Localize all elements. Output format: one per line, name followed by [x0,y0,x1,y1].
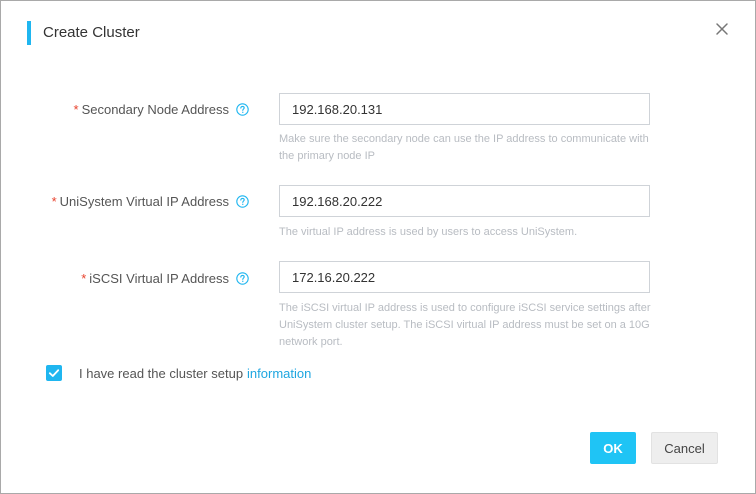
iscsi-vip-input[interactable] [279,261,650,293]
dialog-title: Create Cluster [43,24,140,41]
help-circle-icon[interactable] [236,103,249,116]
unisystem-vip-label: * UniSystem Virtual IP Address [51,194,229,209]
close-icon[interactable] [713,20,731,38]
cancel-button[interactable]: Cancel [651,432,718,464]
agreement-checkbox[interactable] [46,365,62,381]
information-link[interactable]: information [247,366,311,381]
iscsi-vip-hint: The iSCSI virtual IP address is used to … [279,302,651,348]
unisystem-vip-input[interactable] [279,185,650,217]
help-circle-icon[interactable] [236,272,249,285]
required-mark: * [51,194,57,209]
unisystem-vip-hint: The virtual IP address is used by users … [279,226,578,238]
create-cluster-dialog: Create Cluster *Secondary Node Address M… [0,0,756,494]
help-circle-icon[interactable] [236,195,249,208]
secondary-node-label: * Secondary Node Address [73,102,230,117]
secondary-node-hint: Make sure the secondary node can use the… [279,133,649,162]
iscsi-vip-label: * iSCSI Virtual IP Address [81,271,229,286]
check-icon [48,369,60,377]
ok-button[interactable]: OK [590,432,636,464]
title-accent-bar [27,21,31,45]
required-mark: * [73,102,79,117]
agreement-text: I have read the cluster setup information [79,366,312,381]
secondary-node-input[interactable] [279,93,650,125]
required-mark: * [81,271,87,286]
